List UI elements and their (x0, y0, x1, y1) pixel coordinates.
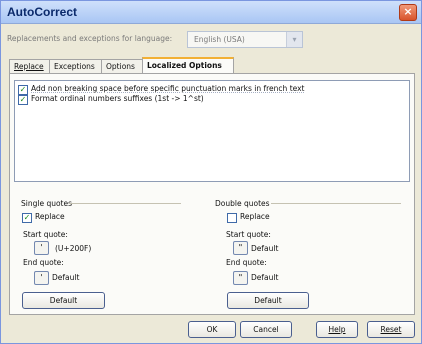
double-start-quote-button[interactable]: " (233, 241, 248, 255)
single-start-quote-label: Start quote: (23, 230, 68, 239)
checkbox-checked[interactable]: ✓ (18, 95, 28, 105)
single-end-quote-value: Default (52, 273, 80, 282)
double-start-quote-value: Default (251, 244, 279, 253)
single-start-quote-value: (U+200F) (55, 244, 92, 253)
options-list[interactable]: ✓ Add non breaking space before specific… (14, 80, 410, 182)
tab-replace[interactable]: Replace (9, 59, 52, 73)
checkbox-checked[interactable]: ✓ (18, 85, 28, 95)
window-title: AutoCorrect (7, 5, 78, 19)
double-end-quote-value: Default (251, 273, 279, 282)
checkbox-checked[interactable]: ✓ (22, 213, 32, 223)
double-quotes-divider (271, 203, 401, 204)
title-bar[interactable]: AutoCorrect × (1, 1, 421, 24)
language-value: English (USA) (194, 35, 245, 44)
help-button[interactable]: Help (316, 321, 358, 338)
language-label: Replacements and exceptions for language… (7, 34, 173, 43)
single-default-button[interactable]: Default (22, 292, 105, 309)
chevron-down-icon[interactable]: ▾ (286, 32, 302, 47)
cancel-button[interactable]: Cancel (240, 321, 292, 338)
single-quotes-divider (69, 203, 181, 204)
single-quotes-heading: Single quotes (21, 199, 73, 208)
tab-exceptions[interactable]: Exceptions (49, 59, 106, 73)
single-end-quote-button[interactable]: ' (34, 271, 49, 285)
close-icon: × (403, 5, 413, 18)
checkbox-unchecked[interactable] (227, 213, 237, 223)
close-button[interactable]: × (399, 4, 417, 21)
ok-button[interactable]: OK (188, 321, 236, 338)
autocorrect-dialog: AutoCorrect × Replacements and exception… (0, 0, 422, 344)
double-default-button[interactable]: Default (227, 292, 309, 309)
double-end-quote-label: End quote: (226, 258, 267, 267)
double-start-quote-label: Start quote: (226, 230, 271, 239)
single-end-quote-label: End quote: (23, 258, 64, 267)
single-start-quote-button[interactable]: ' (34, 241, 49, 255)
reset-button[interactable]: Reset (367, 321, 415, 338)
double-quotes-heading: Double quotes (215, 199, 270, 208)
tab-options[interactable]: Options (101, 59, 147, 73)
language-select[interactable]: English (USA) ▾ (187, 31, 303, 48)
double-end-quote-button[interactable]: " (233, 271, 248, 285)
